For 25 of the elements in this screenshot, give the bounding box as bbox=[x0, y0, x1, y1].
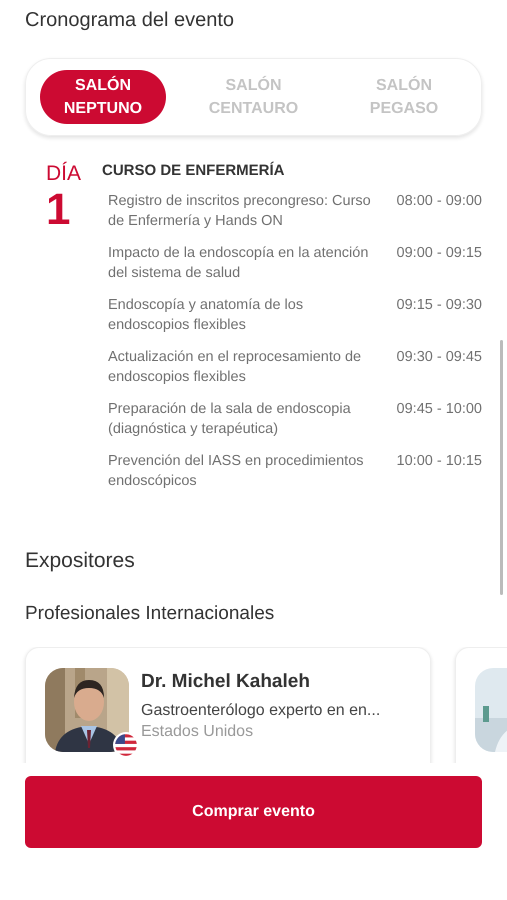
buy-button[interactable]: Comprar evento bbox=[25, 776, 482, 848]
speaker-name: Dr. Michel Kahaleh bbox=[141, 670, 311, 694]
flag-icon bbox=[113, 732, 139, 758]
speaker-country: Estados Unidos bbox=[141, 722, 254, 742]
session-title: Endoscopía y anatomía de los endoscopios flexibles bbox=[108, 296, 304, 335]
session-title: Actualización en el reprocesamiento de endoscopios flexibles bbox=[108, 348, 362, 387]
day-number: 1 bbox=[46, 188, 70, 232]
speaker-specialty: Gastroenterólogo experto en en... bbox=[141, 701, 380, 721]
session-time: 09:30 - 09:45 bbox=[396, 348, 482, 367]
session-time: 09:00 - 09:15 bbox=[396, 244, 482, 263]
session-time: 09:15 - 09:30 bbox=[396, 296, 482, 315]
session-time: 10:00 - 10:15 bbox=[396, 452, 482, 471]
section-title: Cronograma del evento bbox=[24, 8, 236, 32]
subsection-title: Profesionales Internacionales bbox=[25, 603, 276, 625]
session-time: 08:00 - 09:00 bbox=[396, 192, 482, 211]
session-title: Impacto de la endoscopía en la atención del sistema de salud bbox=[108, 244, 370, 283]
section-title: Expositores bbox=[25, 549, 136, 573]
session-time: 09:45 - 10:00 bbox=[396, 400, 482, 419]
day-label: DÍA bbox=[46, 162, 82, 186]
session-title: Registro de inscritos precongreso: Curso de Enfermería y Hands ON bbox=[108, 192, 372, 231]
speaker-card[interactable]: Dr. Michel Kahaleh Gastroenterólogo experto en en... Estados Unidos bbox=[25, 647, 431, 763]
session-title: Prevención del IASS en procedimientos endoscópicos bbox=[108, 452, 365, 491]
room-tab[interactable]: SALÓN NEPTUNO bbox=[40, 70, 166, 124]
session-title: Preparación de la sala de endoscopia (diagnóstica y terapéutica) bbox=[108, 400, 352, 439]
course-title: CURSO DE ENFERMERÍA bbox=[102, 162, 285, 179]
